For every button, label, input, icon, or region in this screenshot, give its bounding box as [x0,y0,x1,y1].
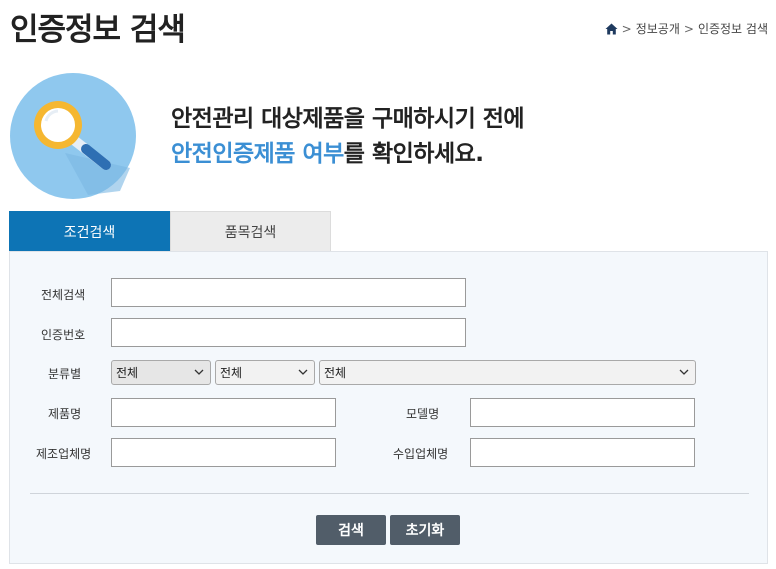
tab-condition-search[interactable]: 조건검색 [9,211,170,251]
chevron-down-icon [298,369,308,375]
importer-input[interactable] [470,438,695,467]
reset-button[interactable]: 초기화 [390,515,460,545]
category-select-2-value: 전체 [220,366,243,380]
hero-line-2-rest: 를 확인하세요. [343,141,484,167]
search-form-panel: 전체검색 인증번호 분류별 전체 전체 전체 제품명 모델명 제조업체명 수입업… [9,251,768,564]
hero-message: 안전관리 대상제품을 구매하시기 전에 안전인증제품 여부를 확인하세요. [171,102,525,172]
form-divider [30,493,749,494]
all-search-label: 전체검색 [41,288,86,302]
model-name-input[interactable] [470,398,695,427]
category-select-1-value: 전체 [116,366,139,380]
breadcrumb-separator: > [683,21,694,36]
chevron-down-icon [194,369,204,375]
cert-number-label: 인증번호 [41,328,86,342]
model-name-label: 모델명 [406,407,440,421]
hero-line-1: 안전관리 대상제품을 구매하시기 전에 [171,106,525,132]
page-title: 인증정보 검색 [10,12,186,48]
breadcrumb-item-info[interactable]: 정보공개 [636,20,680,37]
breadcrumb: > 정보공개 > 인증정보 검색 [605,20,768,37]
product-name-label: 제품명 [48,407,82,421]
category-select-3-value: 전체 [324,366,347,380]
category-select-1[interactable]: 전체 [111,360,211,385]
breadcrumb-item-current: 인증정보 검색 [697,22,768,36]
hero-accent-text: 안전인증제품 여부 [171,141,344,167]
importer-label: 수입업체명 [393,447,449,461]
manufacturer-input[interactable] [111,438,336,467]
manufacturer-label: 제조업체명 [36,447,92,461]
all-search-input[interactable] [111,278,466,307]
hero-line-2: 안전인증제품 여부를 확인하세요. [171,137,524,172]
breadcrumb-separator: > [621,21,632,36]
category-select-3[interactable]: 전체 [319,360,696,385]
magnifier-icon [10,73,136,199]
home-icon[interactable] [605,23,618,35]
search-button[interactable]: 검색 [316,515,386,545]
product-name-input[interactable] [111,398,336,427]
search-tabs: 조건검색 품목검색 [9,211,331,251]
category-select-2[interactable]: 전체 [215,360,315,385]
category-label: 분류별 [48,367,82,381]
cert-number-input[interactable] [111,318,466,347]
chevron-down-icon [679,369,689,375]
tab-item-search[interactable]: 품목검색 [170,211,331,251]
